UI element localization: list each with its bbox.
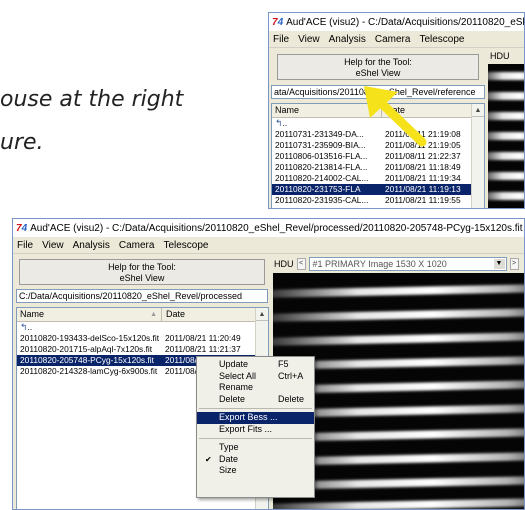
spectral-order xyxy=(273,307,524,323)
spectral-order xyxy=(488,152,524,160)
help-tool-line-1: Help for the Tool: xyxy=(344,57,412,67)
app-logo-icon: 74 xyxy=(16,222,28,234)
scroll-up-icon[interactable]: ▲ xyxy=(256,308,268,321)
menu-view[interactable]: View xyxy=(298,34,320,45)
help-tool-line-2: eShel View xyxy=(119,273,165,283)
path-field[interactable]: C:/Data/Acquisitions/20110820_eShel_Reve… xyxy=(16,289,268,303)
sort-arrow-icon: ▲ xyxy=(150,311,157,318)
file-name: 20110820-214328-lamCyg-6x900s.fit xyxy=(20,366,158,376)
file-name: 20110806-013516-FLA... xyxy=(275,151,368,161)
menu-item-rename[interactable]: Rename xyxy=(197,382,314,394)
menu-item-export-bess[interactable]: Export Bess ... xyxy=(197,412,314,424)
spectral-order xyxy=(488,132,524,140)
menu-file[interactable]: File xyxy=(17,240,33,251)
menu-analysis[interactable]: Analysis xyxy=(73,240,110,251)
file-row[interactable]: 20110820-201715-alpAql-7x120s.fit 2011/08… xyxy=(17,344,268,355)
hdu-next-button[interactable]: > xyxy=(509,258,519,270)
menu-analysis[interactable]: Analysis xyxy=(329,34,366,45)
spectrum-image[interactable] xyxy=(488,64,524,208)
spectral-order xyxy=(273,331,524,347)
file-name: 20110820-231935-CAL... xyxy=(275,195,369,205)
file-name: ↰.. xyxy=(20,322,33,332)
column-name-header[interactable]: Name▲ xyxy=(17,308,162,321)
menu-bar: File View Analysis Camera Telescope xyxy=(269,31,524,48)
menu-view[interactable]: View xyxy=(42,240,64,251)
help-tool-line-1: Help for the Tool: xyxy=(108,262,176,272)
file-date: 2011/08/21 11:20:49 xyxy=(165,333,241,343)
file-date: 2011/08/21 11:21:37 xyxy=(165,344,241,354)
file-row[interactable]: 20110820-231935-CAL... 2011/08/21 11:19:5… xyxy=(272,195,484,206)
file-row[interactable]: 20110820-213814-FLA... 2011/08/21 11:18:4… xyxy=(272,162,484,173)
menu-item-delete[interactable]: Delete Delete xyxy=(197,394,314,406)
yellow-pointer-arrow-icon xyxy=(364,86,427,147)
spectral-order xyxy=(488,72,524,80)
context-menu: Update F5 Select All Ctrl+A Rename Delete D… xyxy=(196,356,315,498)
menu-item-export-fits[interactable]: Export Fits ... xyxy=(197,424,314,436)
title-bar[interactable]: 74 Aud'ACE (visu2) - C:/Data/Acquisition… xyxy=(269,13,524,31)
spectral-order xyxy=(273,497,524,509)
help-tool-line-2: eShel View xyxy=(355,68,401,78)
list-header: Name▲ Date xyxy=(17,308,268,322)
app-logo-icon: 74 xyxy=(272,16,284,28)
file-date: 2011/08/11 21:22:37 xyxy=(385,151,461,161)
help-tool-box[interactable]: Help for the Tool: eShel View xyxy=(277,54,479,80)
menu-separator xyxy=(199,408,312,409)
file-name: 20110820-231753-FLA xyxy=(275,184,361,194)
menu-bar: File View Analysis Camera Telescope xyxy=(13,237,524,254)
spectral-order xyxy=(488,112,524,120)
parent-folder-icon: ↰ xyxy=(275,118,283,128)
menu-item-select-all[interactable]: Select All Ctrl+A xyxy=(197,371,314,383)
parent-folder-icon: ↰ xyxy=(20,322,28,332)
menu-telescope[interactable]: Telescope xyxy=(163,240,208,251)
hdu-prev-button[interactable]: < xyxy=(296,258,306,270)
spectral-order xyxy=(488,92,524,100)
hdu-toolbar: HDU < #1 PRIMARY Image 1530 X 1020 ▼ > xyxy=(271,255,524,273)
window-title: Aud'ACE (visu2) - C:/Data/Acquisitions/2… xyxy=(30,222,523,234)
menu-item-sort-type[interactable]: Type xyxy=(197,442,314,454)
menu-item-sort-date[interactable]: ✔ Date xyxy=(197,454,314,466)
menu-telescope[interactable]: Telescope xyxy=(419,34,464,45)
column-date-header[interactable]: Date xyxy=(162,308,185,321)
file-date: 2011/08/21 11:19:55 xyxy=(385,195,461,205)
file-date xyxy=(162,322,165,333)
parent-folder-row[interactable]: ↰.. xyxy=(17,322,268,333)
chevron-down-icon[interactable]: ▼ xyxy=(493,259,505,269)
spectral-order xyxy=(488,172,524,180)
hdu-select[interactable]: #1 PRIMARY Image 1530 X 1020 ▼ xyxy=(308,257,507,271)
menu-item-sort-size[interactable]: Size xyxy=(197,465,314,477)
checkmark-icon: ✔ xyxy=(205,454,212,464)
instruction-line-1: ouse at the right xyxy=(0,87,184,112)
file-name: 20110820-214002-CAL... xyxy=(275,173,369,183)
file-row[interactable]: 20110820-231753-FLA 2011/08/21 11:19:13 xyxy=(272,184,484,195)
window-title: Aud'ACE (visu2) - C:/Data/Acquisitions/2… xyxy=(286,16,524,28)
menu-item-update[interactable]: Update F5 xyxy=(197,359,314,371)
file-name: 20110820-193433-delSco-15x120s.fit xyxy=(20,333,160,343)
help-tool-box[interactable]: Help for the Tool: eShel View xyxy=(19,259,265,285)
file-row[interactable]: 20110820-193433-delSco-15x120s.fit 2011/0… xyxy=(17,333,268,344)
file-row[interactable]: 20110806-013516-FLA... 2011/08/11 21:22:3… xyxy=(272,151,484,162)
image-panel: HDU xyxy=(487,49,524,208)
file-name: 20110820-213814-FLA... xyxy=(275,162,368,172)
title-bar[interactable]: 74 Aud'ACE (visu2) - C:/Data/Acquisition… xyxy=(13,219,524,237)
file-name: 20110820-201715-alpAql-7x120s.fit xyxy=(20,344,153,354)
menu-camera[interactable]: Camera xyxy=(375,34,411,45)
hdu-label: HDU xyxy=(274,259,294,269)
menu-file[interactable]: File xyxy=(273,34,289,45)
spectral-order xyxy=(273,283,524,299)
file-name: 20110820-205748-PCyg-15x120s.fit xyxy=(20,355,154,365)
list-scrollbar[interactable]: ▲ xyxy=(471,104,484,208)
menu-separator xyxy=(199,438,312,439)
file-date: 2011/08/21 11:18:49 xyxy=(385,162,461,172)
scroll-up-icon[interactable]: ▲ xyxy=(472,104,484,117)
instruction-line-2: ure. xyxy=(0,130,44,155)
file-row[interactable]: 20110820-214002-CAL... 2011/08/21 11:19:3… xyxy=(272,173,484,184)
menu-camera[interactable]: Camera xyxy=(119,240,155,251)
file-date: 2011/08/21 11:19:34 xyxy=(385,173,461,183)
file-date: 2011/08/21 11:19:13 xyxy=(385,184,461,194)
spectral-order xyxy=(488,192,524,200)
hdu-label: HDU xyxy=(490,51,510,61)
